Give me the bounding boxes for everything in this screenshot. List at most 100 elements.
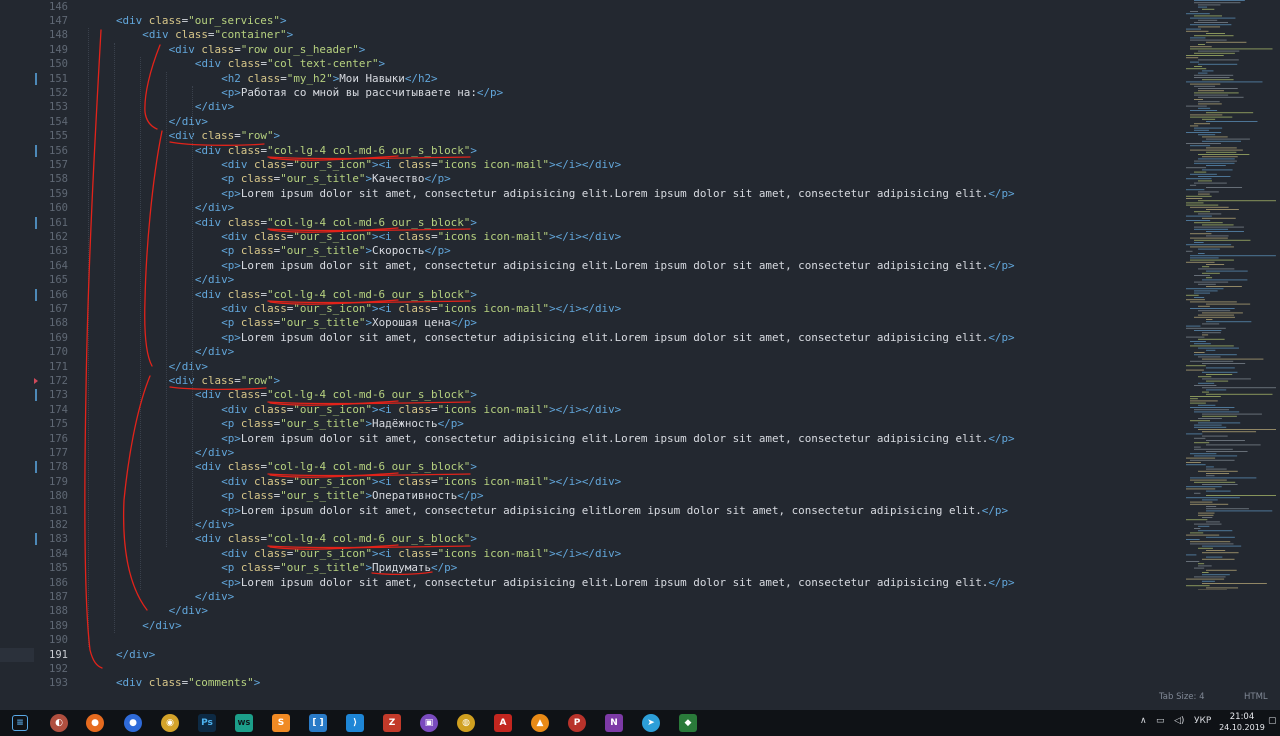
code-text[interactable]: <div class="our_s_icon"><i class="icons … — [221, 547, 621, 561]
code-text[interactable]: <div class="comments"> — [116, 676, 260, 690]
code-editor[interactable]: 146 147 <div class="our_services"> 148 <div … — [0, 0, 1280, 710]
start-icon[interactable]: ≡ — [12, 715, 28, 731]
tab-size-indicator[interactable]: Tab Size: 4 — [1159, 692, 1205, 702]
code-line[interactable]: 161 <div class="col-lg-4 col-md-6 our_s_b… — [0, 216, 1180, 230]
code-line[interactable]: 165 </div> — [0, 273, 1180, 287]
code-line[interactable]: 173 <div class="col-lg-4 col-md-6 our_s_b… — [0, 388, 1180, 402]
code-line[interactable]: 177 </div> — [0, 446, 1180, 460]
code-text[interactable]: <div class="col-lg-4 col-md-6 our_s_bloc… — [195, 388, 477, 402]
code-line[interactable]: 150 <div class="col text-center"> — [0, 57, 1180, 71]
firefox-icon[interactable]: ● — [86, 714, 104, 732]
minimap[interactable] — [1180, 0, 1280, 590]
code-line[interactable]: 164 <p>Lorem ipsum dolor sit amet, consec… — [0, 259, 1180, 273]
code-text[interactable]: <div class="col-lg-4 col-md-6 our_s_bloc… — [195, 460, 477, 474]
code-line[interactable]: 159 <p>Lorem ipsum dolor sit amet, consec… — [0, 187, 1180, 201]
code-text[interactable]: </div> — [169, 360, 208, 374]
code-line[interactable]: 183 <div class="col-lg-4 col-md-6 our_s_b… — [0, 532, 1180, 546]
code-text[interactable]: <p class="our_s_title">Скорость</p> — [221, 244, 451, 258]
code-text[interactable]: <div class="our_s_icon"><i class="icons … — [221, 302, 621, 316]
chrome-icon[interactable]: ◉ — [161, 714, 179, 732]
code-text[interactable]: </div> — [169, 604, 208, 618]
code-line[interactable]: 191 </div> — [0, 647, 1180, 662]
pdf-reader-icon[interactable]: A — [494, 714, 512, 732]
code-text[interactable]: <div class="our_s_icon"><i class="icons … — [221, 158, 621, 172]
onenote-icon[interactable]: N — [605, 714, 623, 732]
code-text[interactable]: <div class="col-lg-4 col-md-6 our_s_bloc… — [195, 288, 477, 302]
code-text[interactable]: <div class="our_services"> — [116, 14, 287, 28]
code-line[interactable]: 155 <div class="row"> — [0, 129, 1180, 143]
code-text[interactable]: <p>Lorem ipsum dolor sit amet, consectet… — [221, 331, 1014, 345]
code-text[interactable]: <p>Lorem ipsum dolor sit amet, consectet… — [221, 432, 1014, 446]
code-text[interactable]: </div> — [195, 201, 234, 215]
code-line[interactable]: 179 <div class="our_s_icon"><i class="ico… — [0, 475, 1180, 489]
code-text[interactable]: <div class="row our_s_header"> — [169, 43, 366, 57]
git-icon[interactable]: ◆ — [679, 714, 697, 732]
code-text[interactable]: <div class="our_s_icon"><i class="icons … — [221, 403, 621, 417]
code-text[interactable]: <p>Lorem ipsum dolor sit amet, consectet… — [221, 576, 1014, 590]
code-text[interactable]: </div> — [195, 590, 234, 604]
code-line[interactable]: 168 <p class="our_s_title">Хорошая цена</… — [0, 316, 1180, 330]
tray-expand-icon[interactable]: ∧ — [1140, 716, 1147, 726]
code-text[interactable]: </div> — [169, 115, 208, 129]
code-line[interactable]: 157 <div class="our_s_icon"><i class="ico… — [0, 158, 1180, 172]
code-line[interactable]: 152 <p>Работая со мной вы рассчитываете н… — [0, 86, 1180, 100]
code-text[interactable]: <div class="our_s_icon"><i class="icons … — [221, 230, 621, 244]
code-line[interactable]: 184 <div class="our_s_icon"><i class="ico… — [0, 547, 1180, 561]
code-line[interactable]: 153 </div> — [0, 100, 1180, 114]
code-line[interactable]: 186 <p>Lorem ipsum dolor sit amet, consec… — [0, 576, 1180, 590]
webstorm-icon[interactable]: WS — [235, 714, 253, 732]
code-text[interactable]: <div class="col-lg-4 col-md-6 our_s_bloc… — [195, 216, 477, 230]
telegram-icon[interactable]: ➤ — [642, 714, 660, 732]
code-text[interactable]: <p class="our_s_title">Надёжность</p> — [221, 417, 464, 431]
code-line[interactable]: 171 </div> — [0, 360, 1180, 374]
code-text[interactable]: <p class="our_s_title">Качество</p> — [221, 172, 451, 186]
code-text[interactable]: <p>Lorem ipsum dolor sit amet, consectet… — [221, 259, 1014, 273]
code-line[interactable]: 190 — [0, 633, 1180, 647]
syntax-indicator[interactable]: HTML — [1244, 692, 1268, 702]
brackets-icon[interactable]: [ ] — [309, 714, 327, 732]
firefox-dev-icon[interactable]: ● — [124, 714, 142, 732]
code-line[interactable]: 169 <p>Lorem ipsum dolor sit amet, consec… — [0, 331, 1180, 345]
code-line[interactable]: 180 <p class="our_s_title">Оперативность<… — [0, 489, 1180, 503]
clock-time[interactable]: 21:04 — [1224, 712, 1260, 722]
code-text[interactable]: <div class="row"> — [169, 129, 281, 143]
code-text[interactable]: </div> — [142, 619, 181, 633]
code-line[interactable]: 156 <div class="col-lg-4 col-md-6 our_s_b… — [0, 144, 1180, 158]
code-line[interactable]: 187 </div> — [0, 590, 1180, 604]
twitch-icon[interactable]: ▣ — [420, 714, 438, 732]
language-indicator[interactable]: УКР — [1194, 716, 1211, 726]
code-lines[interactable]: 146 147 <div class="our_services"> 148 <div … — [0, 0, 1180, 690]
code-line[interactable]: 175 <p class="our_s_title">Надёжность</p> — [0, 417, 1180, 431]
code-line[interactable]: 193 <div class="comments"> — [0, 676, 1180, 690]
code-text[interactable]: <div class="container"> — [142, 28, 293, 42]
notifications-icon[interactable]: ▢ — [1268, 716, 1277, 726]
code-line[interactable]: 176 <p>Lorem ipsum dolor sit amet, consec… — [0, 432, 1180, 446]
code-line[interactable]: 167 <div class="our_s_icon"><i class="ico… — [0, 302, 1180, 316]
code-text[interactable]: <div class="col-lg-4 col-md-6 our_s_bloc… — [195, 532, 477, 546]
code-line[interactable]: 170 </div> — [0, 345, 1180, 359]
code-line[interactable]: 158 <p class="our_s_title">Качество</p> — [0, 172, 1180, 186]
code-line[interactable]: 181 <p>Lorem ipsum dolor sit amet, consec… — [0, 504, 1180, 518]
code-text[interactable]: <p class="our_s_title">Оперативность</p> — [221, 489, 483, 503]
code-line[interactable]: 162 <div class="our_s_icon"><i class="ico… — [0, 230, 1180, 244]
code-text[interactable]: <p class="our_s_title">Придумать</p> — [221, 561, 457, 575]
filezilla-icon[interactable]: Z — [383, 714, 401, 732]
vscode-icon[interactable]: ⟩ — [346, 714, 364, 732]
code-line[interactable]: 185 <p class="our_s_title">Придумать</p> — [0, 561, 1180, 575]
sublime-icon[interactable]: S — [272, 714, 290, 732]
code-text[interactable]: <div class="our_s_icon"><i class="icons … — [221, 475, 621, 489]
code-text[interactable]: </div> — [195, 100, 234, 114]
code-text[interactable]: </div> — [195, 446, 234, 460]
code-line[interactable]: 148 <div class="container"> — [0, 28, 1180, 42]
code-line[interactable]: 149 <div class="row our_s_header"> — [0, 43, 1180, 57]
code-text[interactable]: <div class="col text-center"> — [195, 57, 385, 71]
code-text[interactable]: </div> — [195, 273, 234, 287]
code-text[interactable]: </div> — [195, 518, 234, 532]
network-icon[interactable]: ▭ — [1156, 716, 1165, 726]
avast-icon[interactable]: ▲ — [531, 714, 549, 732]
code-text[interactable]: </div> — [195, 345, 234, 359]
code-line[interactable]: 146 — [0, 0, 1180, 14]
volume-icon[interactable]: ◁) — [1174, 716, 1184, 726]
code-line[interactable]: 160 </div> — [0, 201, 1180, 215]
code-line[interactable]: 192 — [0, 662, 1180, 676]
